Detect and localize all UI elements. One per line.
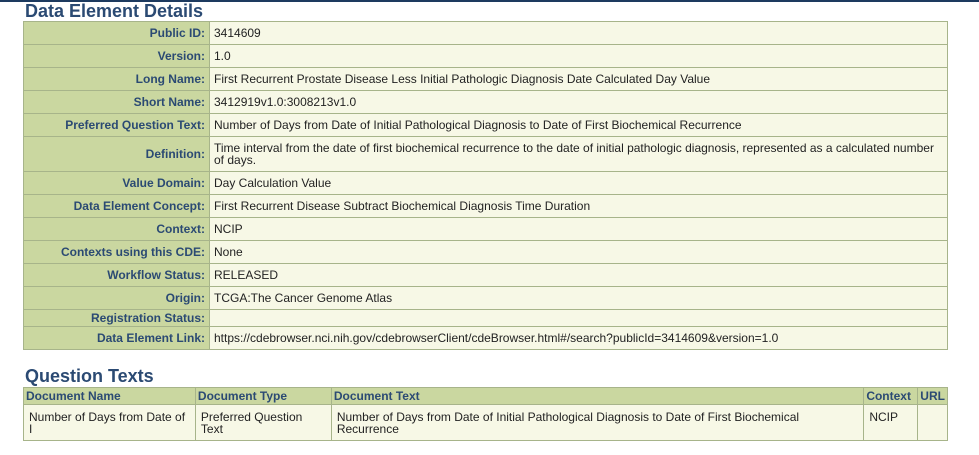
detail-label: Short Name:: [23, 90, 210, 114]
detail-label: Public ID:: [23, 21, 210, 45]
detail-label: Data Element Concept:: [23, 194, 210, 218]
cell-url: [917, 404, 948, 441]
detail-value: Time interval from the date of first bio…: [209, 136, 948, 172]
data-element-details-table: Public ID: 3414609 Version: 1.0 Long Nam…: [23, 21, 948, 350]
detail-value: None: [209, 240, 948, 264]
detail-value: [209, 309, 948, 327]
question-texts-table: Document Name Document Type Document Tex…: [23, 387, 948, 441]
detail-row-short-name: Short Name: 3412919v1.0:3008213v1.0: [23, 90, 948, 114]
detail-row-data-element-concept: Data Element Concept: First Recurrent Di…: [23, 194, 948, 218]
detail-row-origin: Origin: TCGA:The Cancer Genome Atlas: [23, 286, 948, 310]
detail-row-long-name: Long Name: First Recurrent Prostate Dise…: [23, 67, 948, 91]
detail-row-context: Context: NCIP: [23, 217, 948, 241]
detail-label: Definition:: [23, 136, 210, 172]
detail-value: 3412919v1.0:3008213v1.0: [209, 90, 948, 114]
detail-row-registration-status: Registration Status:: [23, 309, 948, 327]
detail-row-definition: Definition: Time interval from the date …: [23, 136, 948, 172]
detail-row-contexts-using-cde: Contexts using this CDE: None: [23, 240, 948, 264]
detail-value: RELEASED: [209, 263, 948, 287]
detail-label: Workflow Status:: [23, 263, 210, 287]
question-header-row: Document Name Document Type Document Tex…: [23, 387, 948, 405]
detail-row-workflow-status: Workflow Status: RELEASED: [23, 263, 948, 287]
detail-value: 1.0: [209, 44, 948, 68]
detail-value: First Recurrent Prostate Disease Less In…: [209, 67, 948, 91]
detail-label: Value Domain:: [23, 171, 210, 195]
detail-label: Data Element Link:: [23, 326, 210, 350]
detail-label: Preferred Question Text:: [23, 113, 210, 137]
question-texts-title: Question Texts: [25, 366, 154, 386]
detail-label: Origin:: [23, 286, 210, 310]
detail-value: Day Calculation Value: [209, 171, 948, 195]
header-document-name: Document Name: [23, 387, 196, 405]
detail-label: Version:: [23, 44, 210, 68]
header-url: URL: [917, 387, 948, 405]
detail-row-data-element-link: Data Element Link: https://cdebrowser.nc…: [23, 326, 948, 350]
cell-document-text: Number of Days from Date of Initial Path…: [330, 404, 865, 441]
cell-document-type: Preferred Question Text: [194, 404, 332, 441]
data-element-link[interactable]: https://cdebrowser.nci.nih.gov/cdebrowse…: [209, 326, 948, 350]
detail-row-public-id: Public ID: 3414609: [23, 21, 948, 45]
detail-label: Context:: [23, 217, 210, 241]
detail-row-value-domain: Value Domain: Day Calculation Value: [23, 171, 948, 195]
detail-value: Number of Days from Date of Initial Path…: [209, 113, 948, 137]
detail-row-version: Version: 1.0: [23, 44, 948, 68]
detail-label: Registration Status:: [23, 309, 210, 327]
detail-value: TCGA:The Cancer Genome Atlas: [209, 286, 948, 310]
question-row: Number of Days from Date of I Preferred …: [23, 404, 948, 441]
cell-context: NCIP: [863, 404, 919, 441]
detail-label: Long Name:: [23, 67, 210, 91]
detail-value: NCIP: [209, 217, 948, 241]
header-document-type: Document Type: [194, 387, 332, 405]
detail-value: First Recurrent Disease Subtract Biochem…: [209, 194, 948, 218]
detail-value: 3414609: [209, 21, 948, 45]
cell-document-name: Number of Days from Date of I: [23, 404, 196, 441]
header-context: Context: [863, 387, 919, 405]
detail-label: Contexts using this CDE:: [23, 240, 210, 264]
data-element-details-title: Data Element Details: [25, 1, 204, 21]
detail-row-preferred-question-text: Preferred Question Text: Number of Days …: [23, 113, 948, 137]
header-document-text: Document Text: [330, 387, 865, 405]
